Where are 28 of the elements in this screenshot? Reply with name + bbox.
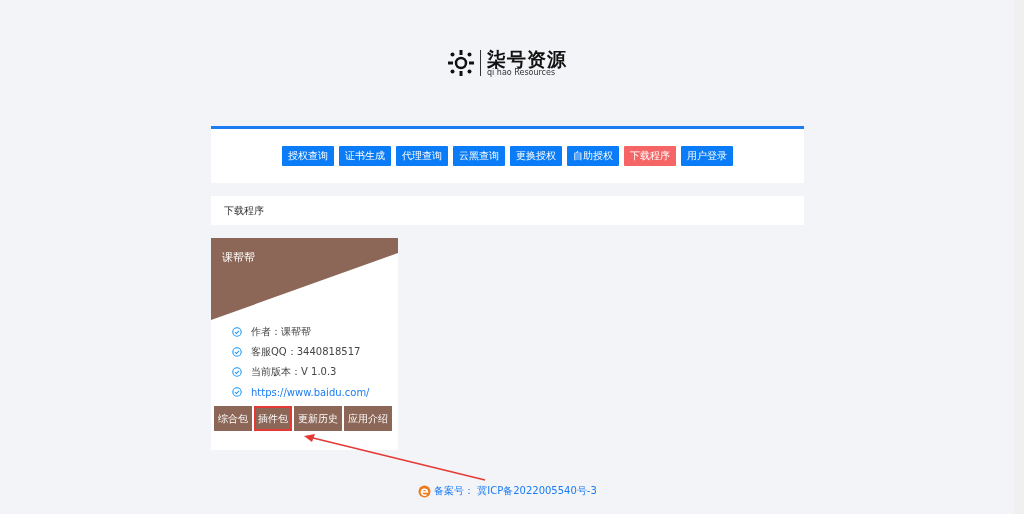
logo-subtitle: qi hao Resources bbox=[487, 69, 556, 77]
info-text: 作者：课帮帮 bbox=[251, 325, 311, 339]
section-title: 下载程序 bbox=[224, 203, 264, 218]
info-text: 当前版本：V 1.0.3 bbox=[251, 365, 337, 379]
download-button[interactable]: 应用介绍 bbox=[344, 406, 392, 431]
record-label: 备案号： bbox=[434, 484, 475, 498]
record-link[interactable]: 冀ICP备2022005540号-3 bbox=[477, 484, 597, 498]
logo-title: 柒号资源 bbox=[487, 49, 567, 69]
nav-tab[interactable]: 授权查询 bbox=[282, 146, 334, 166]
check-circle-icon bbox=[232, 347, 242, 357]
nav-tab[interactable]: 用户登录 bbox=[681, 146, 733, 166]
record-badge-icon bbox=[418, 484, 432, 498]
app-title: 课帮帮 bbox=[222, 250, 255, 265]
sun-logo-icon bbox=[448, 50, 474, 76]
check-circle-icon bbox=[232, 327, 242, 337]
download-button[interactable]: 更新历史 bbox=[294, 406, 342, 431]
nav-tab[interactable]: 证书生成 bbox=[339, 146, 391, 166]
download-button[interactable]: 插件包 bbox=[254, 406, 292, 431]
info-text: 客服QQ：3440818517 bbox=[251, 345, 361, 359]
check-circle-icon bbox=[232, 387, 242, 397]
nav-tab[interactable]: 下载程序 bbox=[624, 146, 676, 166]
nav-tab[interactable]: 云黑查询 bbox=[453, 146, 505, 166]
download-button[interactable]: 综合包 bbox=[214, 406, 252, 431]
check-circle-icon bbox=[232, 367, 242, 377]
website-link[interactable]: https://www.baidu.com/ bbox=[251, 386, 370, 398]
nav-tab[interactable]: 代理查询 bbox=[396, 146, 448, 166]
nav-tab[interactable]: 自助授权 bbox=[567, 146, 619, 166]
nav-tab[interactable]: 更换授权 bbox=[510, 146, 562, 166]
